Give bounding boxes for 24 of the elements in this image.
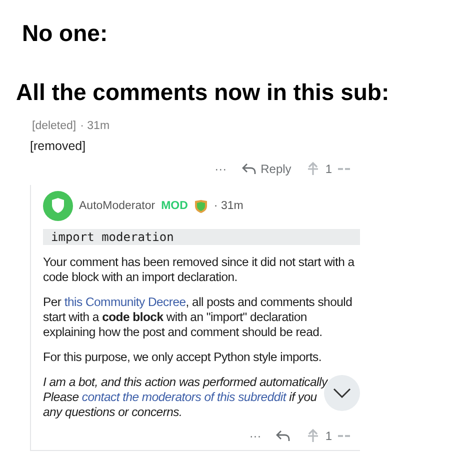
meme-caption: No one: [22,20,109,47]
comment-paragraph: Per this Community Decree, all posts and comments should start with a code block with an "import" declaration explaining how the post and comment should be read. [43,295,354,340]
comment-paragraph: For this purpose, we only accept Python style imports. [43,350,322,365]
more-button[interactable]: ··· [214,162,227,176]
vote-count: 1 [325,162,332,176]
shield-avatar-icon[interactable] [43,191,73,221]
author-name[interactable]: AutoModerator [79,200,156,212]
reply-icon [240,162,257,176]
meme-caption: All the comments now in this sub: [16,79,390,106]
vote-count: 1 [325,429,332,443]
text-link[interactable]: this Community Decree [64,295,186,309]
comment-body: [removed] [30,139,87,153]
reply-icon[interactable] [275,429,292,443]
moderator-tag: MOD [161,200,188,212]
comment-paragraph: Your comment has been removed since it did not start with a code block with an import declaration. [43,255,356,285]
comment-time: · 31m [214,200,244,212]
text-link[interactable]: contact the moderators of this subreddit [82,390,286,404]
shield-badge-icon [194,198,208,214]
chevron-down-icon [333,388,351,398]
code-block: import moderation [43,229,360,245]
more-button[interactable]: ··· [249,429,262,443]
comment-time: · 31m [80,120,110,132]
author-name[interactable]: [deleted] [32,120,76,132]
reply-button[interactable]: Reply [240,162,292,176]
